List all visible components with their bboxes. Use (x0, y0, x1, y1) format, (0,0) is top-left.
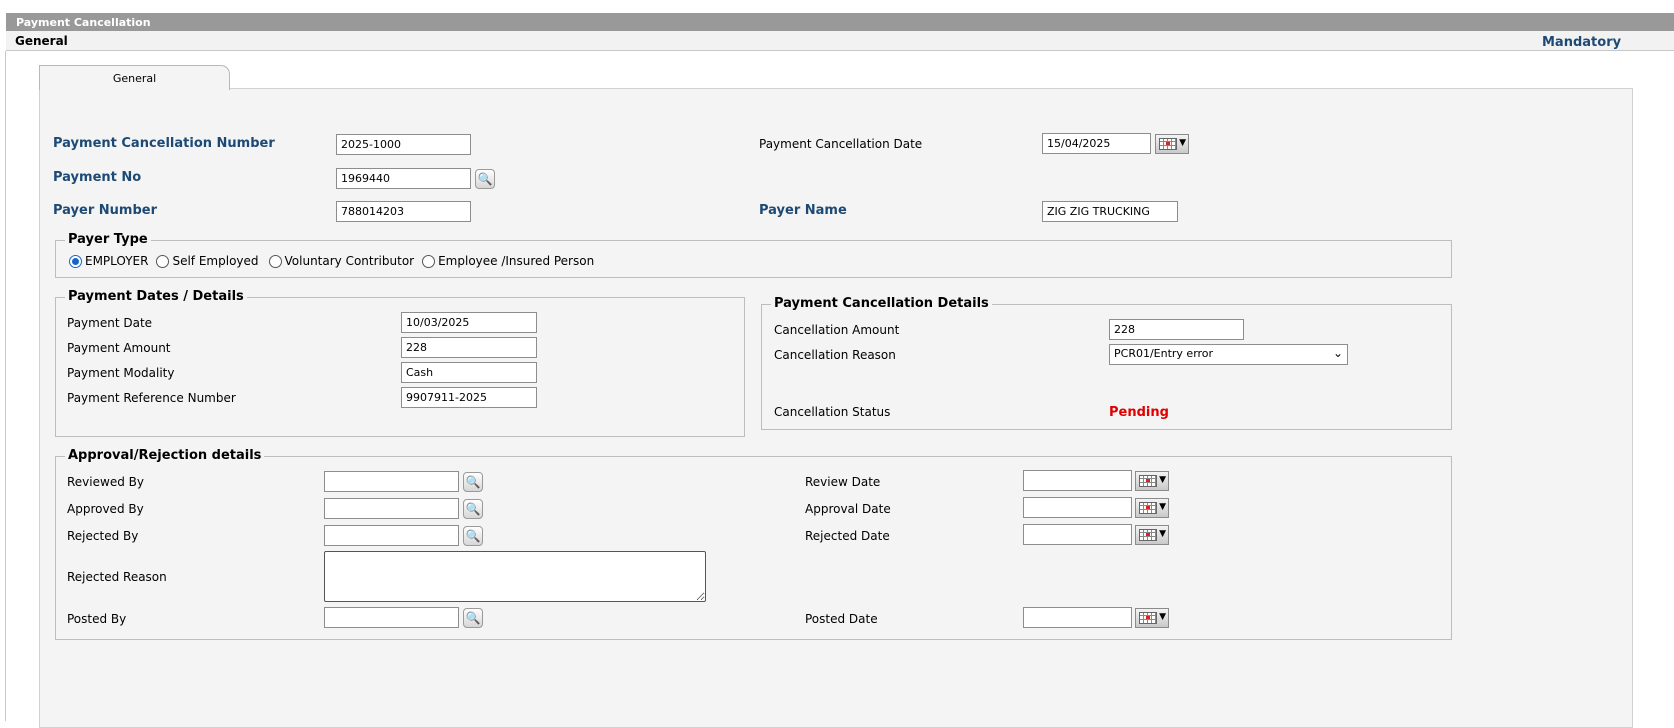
cancellation-reason-value: PCR01/Entry error (1114, 347, 1214, 360)
cancellation-reason-select[interactable]: PCR01/Entry error ⌄ (1109, 344, 1348, 365)
radio-self-employed[interactable] (156, 254, 170, 268)
payment-reference-input[interactable] (401, 387, 537, 408)
calendar-icon[interactable]: ▼ (1135, 608, 1169, 628)
payment-no-input[interactable] (336, 168, 471, 189)
approval-legend: Approval/Rejection details (65, 448, 265, 463)
radio-voluntary-contributor[interactable] (268, 254, 282, 268)
cancellation-status-value: Pending (1109, 405, 1169, 420)
calendar-icon[interactable]: ▼ (1155, 134, 1189, 154)
radio-employee-insured[interactable] (422, 254, 436, 268)
payer-name-label: Payer Name (759, 203, 847, 218)
radio-voluntary-contributor-label: Voluntary Contributor (284, 254, 415, 268)
posted-date-label: Posted Date (805, 612, 878, 626)
radio-employee-insured-label: Employee /Insured Person (438, 254, 595, 268)
chevron-down-icon: ⌄ (1332, 346, 1343, 360)
payer-type-legend: Payer Type (65, 232, 151, 247)
approval-group: Approval/Rejection details (55, 448, 1452, 640)
cancellation-number-input[interactable] (336, 134, 471, 155)
approval-date-input[interactable] (1023, 497, 1132, 518)
review-date-input[interactable] (1023, 470, 1132, 491)
search-icon[interactable]: 🔍 (475, 169, 495, 189)
calendar-icon[interactable]: ▼ (1135, 498, 1169, 518)
rejected-by-label: Rejected By (67, 529, 139, 543)
payer-number-input[interactable] (336, 201, 471, 222)
section-header: General Mandatory (6, 31, 1674, 51)
reviewed-by-input[interactable] (324, 471, 459, 492)
payment-no-label: Payment No (53, 170, 142, 185)
rejected-by-input[interactable] (324, 525, 459, 546)
payment-reference-label: Payment Reference Number (67, 391, 236, 405)
section-title: General (15, 34, 68, 48)
rejected-date-input[interactable] (1023, 524, 1132, 545)
posted-date-input[interactable] (1023, 607, 1132, 628)
window-title: Payment Cancellation (6, 13, 1674, 31)
review-date-label: Review Date (805, 475, 881, 489)
payment-details-legend: Payment Dates / Details (65, 289, 247, 304)
search-icon[interactable]: 🔍 (463, 499, 483, 519)
payer-name-input[interactable] (1042, 201, 1178, 222)
payer-type-group: Payer Type EMPLOYER Self Employed Volunt… (55, 232, 1452, 278)
search-icon[interactable]: 🔍 (463, 472, 483, 492)
rejected-reason-label: Rejected Reason (67, 570, 167, 584)
payment-date-label: Payment Date (67, 316, 153, 330)
payment-amount-label: Payment Amount (67, 341, 171, 355)
payer-number-label: Payer Number (53, 203, 157, 218)
payment-modality-label: Payment Modality (67, 366, 175, 380)
cancellation-amount-label: Cancellation Amount (774, 323, 900, 337)
cancellation-date-label: Payment Cancellation Date (759, 137, 923, 151)
radio-self-employed-label: Self Employed (172, 254, 259, 268)
cancellation-reason-label: Cancellation Reason (774, 348, 896, 362)
mandatory-link[interactable]: Mandatory (1542, 35, 1621, 50)
radio-employer[interactable] (69, 254, 82, 268)
approved-by-label: Approved By (67, 502, 144, 516)
calendar-icon[interactable]: ▼ (1135, 525, 1169, 545)
posted-by-input[interactable] (324, 607, 459, 628)
payment-modality-input[interactable] (401, 362, 537, 383)
left-border (5, 51, 6, 721)
search-icon[interactable]: 🔍 (463, 526, 483, 546)
approval-date-label: Approval Date (805, 502, 891, 516)
payment-date-input[interactable] (401, 312, 537, 333)
cancellation-details-legend: Payment Cancellation Details (771, 296, 992, 311)
tab-general[interactable]: General (39, 65, 230, 90)
search-icon[interactable]: 🔍 (463, 608, 483, 628)
payment-amount-input[interactable] (401, 337, 537, 358)
cancellation-number-label: Payment Cancellation Number (53, 136, 275, 151)
calendar-icon[interactable]: ▼ (1135, 471, 1169, 491)
cancellation-amount-input[interactable] (1109, 319, 1244, 340)
rejected-reason-textarea[interactable] (324, 551, 706, 602)
cancellation-date-input[interactable] (1042, 133, 1151, 154)
reviewed-by-label: Reviewed By (67, 475, 144, 489)
rejected-date-label: Rejected Date (805, 529, 890, 543)
posted-by-label: Posted By (67, 612, 127, 626)
radio-employer-label: EMPLOYER (85, 254, 149, 268)
approved-by-input[interactable] (324, 498, 459, 519)
cancellation-status-label: Cancellation Status (774, 405, 891, 419)
